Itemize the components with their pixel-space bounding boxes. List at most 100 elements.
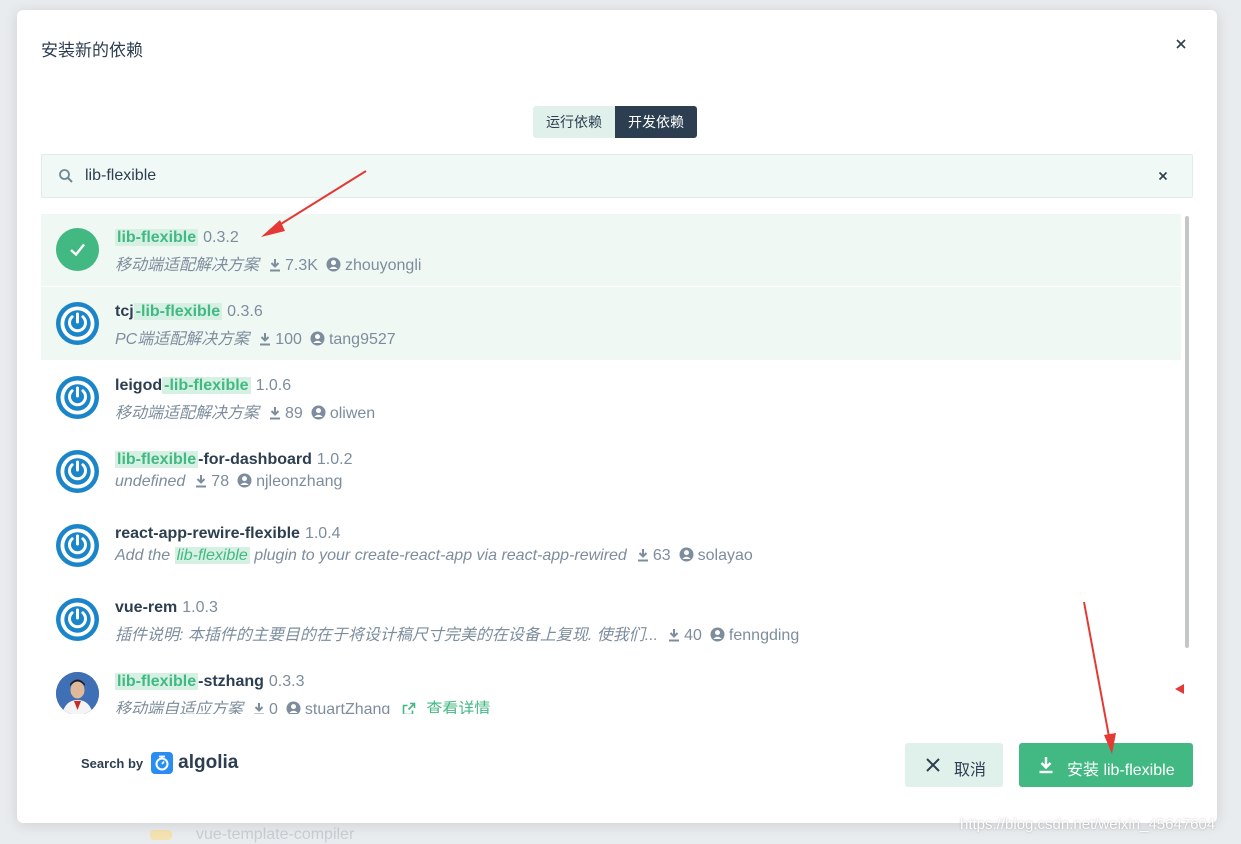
package-version: 1.0.2	[316, 451, 353, 468]
package-result-item[interactable]: react-app-rewire-flexible 1.0.4 Add the li…	[41, 509, 1181, 582]
install-dependency-dialog: 安装新的依赖 运行依赖 开发依赖 lib-flexible0.3.2移动端适配解…	[17, 10, 1217, 823]
clear-search-icon[interactable]	[1155, 168, 1171, 184]
package-title: lib-flexible 0.3.2	[115, 229, 239, 247]
search-match-highlight: -lib-flexible	[162, 377, 251, 394]
package-result-item[interactable]: lib-flexible -for-dashboard 1.0.2 undefined…	[41, 435, 1181, 508]
external-link-icon[interactable]	[402, 702, 416, 714]
install-label: 安装 lib-flexible	[1067, 762, 1175, 779]
package-author: fenngding	[728, 627, 800, 644]
package-title: vue-rem 1.0.3	[115, 599, 218, 617]
package-author: zhouyongli	[344, 257, 422, 274]
package-description-rest: plugin to your create-react-app via reac…	[249, 547, 627, 564]
package-meta: PC端适配解决方案 100 tang9527	[115, 325, 396, 351]
power-icon	[56, 376, 99, 419]
download-count: 63	[652, 547, 671, 564]
download-count: 0	[269, 701, 278, 714]
package-result-item[interactable]: lib-flexible 0.3.2 移动端适配解决方案 7.3K zhouyongli	[41, 214, 1181, 286]
search-match-highlight: lib-flexible	[115, 229, 199, 246]
search-input[interactable]	[85, 164, 1085, 188]
package-search-box	[41, 154, 1193, 198]
download-count: 7.3K	[285, 257, 318, 274]
package-version: 1.0.3	[182, 599, 218, 616]
user-icon	[311, 405, 326, 425]
download-icon	[253, 702, 265, 714]
package-description: 移动端适配解决方案	[115, 405, 260, 422]
cancel-button[interactable]: 取消	[905, 743, 1003, 787]
package-title: tcj -lib-flexible 0.3.6	[115, 303, 263, 321]
package-description: 移动端适配解决方案	[115, 257, 260, 274]
close-icon[interactable]	[1173, 36, 1189, 52]
package-title: react-app-rewire-flexible 1.0.4	[115, 525, 341, 543]
user-icon	[326, 257, 341, 277]
package-author: oliwen	[329, 405, 376, 422]
download-icon	[195, 474, 207, 493]
package-name: vue-rem	[115, 599, 178, 616]
package-author: stuartZhang	[304, 701, 391, 714]
results-scrollbar[interactable]	[1185, 216, 1189, 648]
user-icon	[237, 473, 252, 493]
search-results-list: lib-flexible 0.3.2 移动端适配解决方案 7.3K zhouyongli…	[41, 214, 1181, 714]
search-match-highlight: lib-flexible	[115, 451, 199, 468]
package-title: leigod -lib-flexible 1.0.6	[115, 377, 291, 395]
power-icon	[56, 450, 99, 493]
power-icon	[56, 302, 99, 345]
tab-dev-dependency[interactable]: 开发依赖	[615, 106, 697, 138]
package-version: 1.0.6	[255, 377, 292, 394]
download-count: 100	[275, 331, 302, 348]
package-meta: 插件说明: 本插件的主要目的在于将设计稿尺寸完美的在设备上复现. 使我们... 4…	[115, 621, 799, 647]
search-match-highlight: lib-flexible	[115, 673, 199, 690]
download-icon	[1039, 757, 1053, 774]
download-count: 78	[211, 473, 230, 490]
package-version: 0.3.6	[227, 303, 263, 320]
download-icon	[637, 548, 649, 567]
algolia-attribution[interactable]: Search by algolia	[81, 752, 238, 774]
user-icon	[286, 701, 301, 714]
download-count: 40	[684, 627, 702, 644]
package-meta: Add the lib-flexible plugin to your crea…	[115, 547, 753, 567]
cancel-label: 取消	[954, 762, 987, 779]
download-icon	[269, 258, 281, 277]
package-name: react-app-rewire-flexible	[115, 525, 300, 542]
package-result-item[interactable]: leigod -lib-flexible 1.0.6 移动端适配解决方案 89 oliwe…	[41, 361, 1181, 434]
search-icon	[59, 169, 73, 183]
package-meta: undefined 78 njleonzhang	[115, 473, 342, 493]
search-by-label: Search by	[81, 755, 144, 771]
package-meta: 移动端适配解决方案 89 oliwen	[115, 399, 375, 425]
user-icon	[310, 331, 325, 351]
download-icon	[259, 332, 271, 351]
package-name-suffix: -stzhang	[198, 673, 264, 690]
package-version: 1.0.4	[304, 525, 341, 542]
package-version: 0.3.2	[203, 229, 239, 246]
package-description: 插件说明: 本插件的主要目的在于将设计稿尺寸完美的在设备上复现. 使我们...	[115, 627, 659, 644]
package-description: 移动端自适应方案	[115, 701, 244, 714]
package-author: njleonzhang	[256, 473, 343, 490]
package-description: PC端适配解决方案	[115, 331, 250, 348]
user-icon	[679, 547, 694, 567]
package-title: lib-flexible -for-dashboard 1.0.2	[115, 451, 353, 469]
package-title: lib-flexible -stzhang 0.3.3	[115, 673, 305, 691]
user-icon	[710, 627, 725, 647]
package-name: leigod	[115, 377, 163, 394]
algolia-brand: algolia	[178, 752, 239, 773]
download-icon	[269, 406, 281, 425]
package-description: Add the	[115, 547, 171, 564]
view-details-link[interactable]: 查看详情	[426, 701, 490, 714]
dialog-title: 安装新的依赖	[41, 41, 143, 60]
background-partial-text: vue-template-compiler	[196, 826, 355, 843]
tab-runtime-dependency[interactable]: 运行依赖	[533, 106, 615, 138]
install-button[interactable]: 安装 lib-flexible	[1019, 743, 1193, 787]
package-description: undefined	[115, 473, 186, 490]
package-result-item[interactable]: tcj -lib-flexible 0.3.6 PC端适配解决方案 100 tang952…	[41, 287, 1181, 360]
background-partial-row: vue-template-compiler	[150, 826, 354, 844]
package-author: solayao	[697, 547, 753, 564]
package-author: tang9527	[328, 331, 396, 348]
author-avatar	[56, 672, 99, 714]
package-result-item[interactable]: vue-rem 1.0.3 插件说明: 本插件的主要目的在于将设计稿尺寸完美的在设备…	[41, 583, 1181, 656]
watermark: https://blog.csdn.net/weixin_45647604	[960, 816, 1216, 833]
background-package-icon	[150, 829, 172, 840]
power-icon	[56, 524, 99, 567]
package-meta: 移动端适配解决方案 7.3K zhouyongli	[115, 251, 421, 277]
package-result-item[interactable]: lib-flexible -stzhang 0.3.3 移动端自适应方案 0 stuart…	[41, 657, 1181, 714]
search-match-highlight: -lib-flexible	[133, 303, 223, 320]
power-icon	[56, 598, 99, 641]
